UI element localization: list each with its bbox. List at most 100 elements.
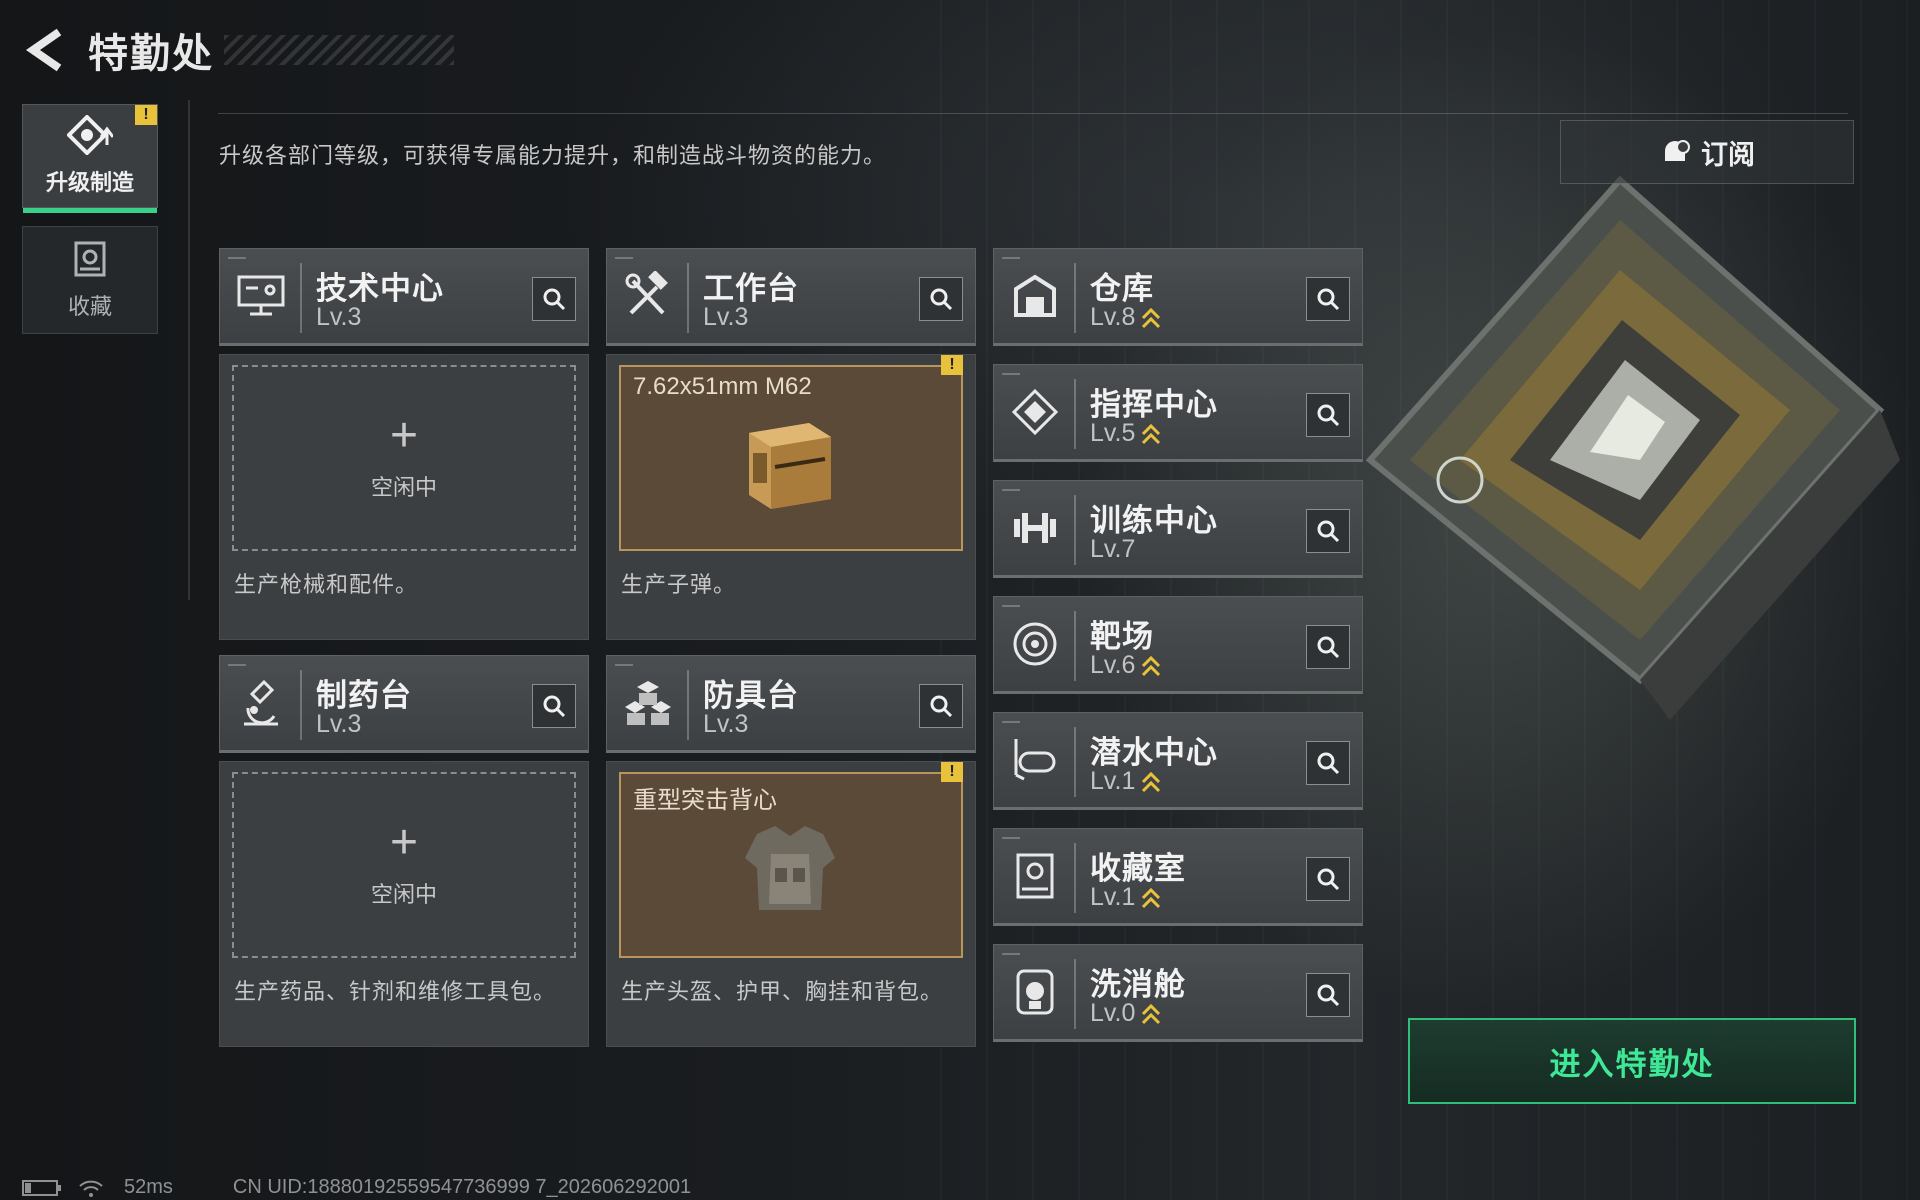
facility-name: 收藏室	[1090, 851, 1186, 886]
production-slot-ammo[interactable]: ! 7.62x51mm M62	[619, 355, 963, 551]
facility-card[interactable]: 收藏室 Lv.1	[993, 828, 1363, 926]
search-icon	[1317, 636, 1340, 659]
ammo-box-icon	[749, 423, 831, 509]
facility-name: 潜水中心	[1090, 735, 1218, 770]
tab-upgrade-craft[interactable]: ! 升级制造	[22, 104, 158, 213]
command-diamond-icon	[1004, 379, 1066, 445]
level-text: Lv.1	[1090, 767, 1136, 795]
collection-icon	[74, 241, 106, 277]
back-button[interactable]	[22, 27, 68, 73]
search-button[interactable]	[532, 277, 576, 321]
facility-card[interactable]: 训练中心 Lv.7	[993, 480, 1363, 578]
separator	[1074, 727, 1076, 797]
search-button[interactable]	[919, 684, 963, 728]
facility-name: 靶场	[1090, 619, 1154, 654]
separator	[1074, 959, 1076, 1029]
search-button[interactable]	[1306, 741, 1350, 785]
battery-icon	[22, 1179, 61, 1196]
target-icon	[1004, 611, 1066, 677]
corner-mark	[228, 664, 246, 666]
title-decoration	[224, 35, 454, 65]
facility-card[interactable]: 潜水中心 Lv.1	[993, 712, 1363, 810]
tab-label: 升级制造	[45, 170, 134, 195]
divider	[218, 113, 1848, 114]
warning-badge: !	[941, 762, 963, 782]
corner-mark	[1002, 489, 1020, 491]
facility-card[interactable]: 指挥中心 Lv.5	[993, 364, 1363, 462]
corner-mark	[228, 257, 246, 259]
idle-label: 空闲中	[370, 882, 437, 907]
page-header: 特勤处	[22, 22, 454, 78]
search-icon	[543, 288, 566, 311]
level-text: Lv.0	[1090, 999, 1136, 1027]
status-bar: 52ms CN UID:18880192559547736999 7_20260…	[22, 1176, 691, 1199]
tab-collection[interactable]: 收藏	[22, 226, 158, 334]
search-icon	[1317, 752, 1340, 775]
facility-level: Lv.3	[703, 710, 748, 739]
search-button[interactable]	[1306, 509, 1350, 553]
facility-card-pharmacy[interactable]: 制药台 Lv.3	[219, 655, 589, 753]
decon-chamber-icon	[1004, 959, 1066, 1025]
facility-card-workbench[interactable]: 工作台 Lv.3	[606, 248, 976, 346]
level-text: Lv.1	[1090, 883, 1136, 911]
search-button[interactable]	[1306, 857, 1350, 901]
back-arrow-icon	[25, 28, 62, 72]
enter-button-label: 进入特勤处	[1549, 1046, 1715, 1082]
separator	[300, 670, 302, 740]
panel-description: 生产枪械和配件。	[234, 572, 419, 597]
facility-card[interactable]: 仓库 Lv.8	[993, 248, 1363, 346]
wifi-icon	[79, 1180, 103, 1197]
facility-card-armor-bench[interactable]: 防具台 Lv.3	[606, 655, 976, 753]
search-button[interactable]	[532, 684, 576, 728]
panel-description: 生产头盔、护甲、胸挂和背包。	[621, 979, 944, 1004]
warehouse-icon	[1004, 263, 1066, 329]
empty-production-slot[interactable]: + 空闲中	[232, 365, 576, 551]
warning-badge: !	[135, 105, 157, 125]
corner-mark	[1002, 373, 1020, 375]
search-button[interactable]	[919, 277, 963, 321]
search-button[interactable]	[1306, 625, 1350, 669]
search-icon	[930, 695, 953, 718]
facility-level: Lv.3	[316, 303, 361, 332]
separator	[1074, 843, 1076, 913]
facility-card[interactable]: 靶场 Lv.6	[993, 596, 1363, 694]
plus-icon: +	[389, 816, 419, 869]
search-icon	[1317, 404, 1340, 427]
empty-production-slot[interactable]: + 空闲中	[232, 772, 576, 958]
upgrade-chevron-icon	[1142, 655, 1161, 676]
production-slot-vest[interactable]: ! 重型突击背心	[619, 762, 963, 958]
facility-level: Lv.7	[1090, 535, 1135, 564]
microscope-icon	[230, 670, 292, 736]
facility-card[interactable]: 洗消舱 Lv.0	[993, 944, 1363, 1042]
search-button[interactable]	[1306, 393, 1350, 437]
upgrade-icon	[67, 115, 113, 155]
corner-mark	[1002, 257, 1020, 259]
search-button[interactable]	[1306, 277, 1350, 321]
search-icon	[543, 695, 566, 718]
search-icon	[1317, 520, 1340, 543]
enter-special-ops-button[interactable]: 进入特勤处	[1408, 1018, 1856, 1104]
search-icon	[1317, 868, 1340, 891]
production-panel-armor-bench: ! 重型突击背心 生产头盔、护甲、胸挂和背包。	[606, 761, 976, 1047]
separator	[687, 263, 689, 333]
warning-badge: !	[941, 355, 963, 375]
level-text: Lv.3	[316, 303, 362, 331]
hammer-wrench-icon	[617, 263, 679, 329]
subscribe-button[interactable]: 订阅	[1560, 120, 1854, 184]
separator	[300, 263, 302, 333]
page-title: 特勤处	[88, 32, 214, 76]
separator	[1074, 379, 1076, 449]
level-text: Lv.3	[316, 710, 362, 738]
diving-mask-icon	[1004, 727, 1066, 793]
upgrade-chevron-icon	[1142, 887, 1161, 908]
facility-level: Lv.3	[316, 710, 361, 739]
search-button[interactable]	[1306, 973, 1350, 1017]
corner-mark	[615, 664, 633, 666]
facility-card-tech-center[interactable]: 技术中心 Lv.3	[219, 248, 589, 346]
vest-icon	[745, 826, 835, 910]
special-ops-cube-illustration	[1365, 175, 1900, 720]
item-name: 重型突击背心	[633, 787, 777, 814]
bell-subscribe-icon	[1665, 140, 1690, 161]
production-panel-tech-center: + 空闲中 生产枪械和配件。	[219, 354, 589, 640]
facility-name: 指挥中心	[1090, 387, 1218, 422]
